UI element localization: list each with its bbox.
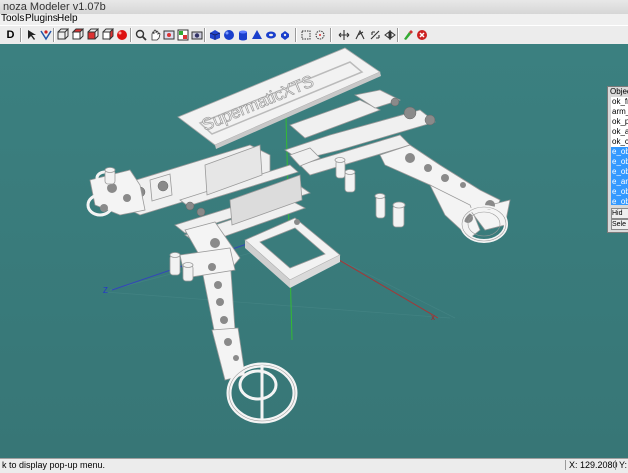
object-list-item[interactable]: ok_p bbox=[611, 117, 628, 127]
rotate-icon[interactable] bbox=[352, 27, 367, 42]
object-list-item[interactable]: ok_a bbox=[611, 127, 628, 137]
title-bar: noza Modeler v1.07b bbox=[0, 0, 628, 15]
status-message: k to display pop-up menu. bbox=[2, 460, 106, 470]
menu-plugins[interactable]: Plugins bbox=[25, 13, 58, 25]
zoom-icon[interactable] bbox=[133, 27, 148, 42]
object-list-item[interactable]: e_ob bbox=[611, 197, 628, 205]
x-coordinate: X: 129.2080 bbox=[565, 460, 618, 470]
menu-bar: Tools Plugins Help bbox=[0, 13, 628, 25]
sphere-primitive-icon[interactable] bbox=[221, 27, 236, 42]
menu-tools[interactable]: Tools bbox=[1, 13, 24, 25]
move-icon[interactable] bbox=[336, 27, 351, 42]
grid-view-icon[interactable] bbox=[175, 27, 190, 42]
scene-canvas[interactable]: Z x SupermaticXTS bbox=[0, 44, 628, 458]
select-icon[interactable] bbox=[38, 27, 53, 42]
torus-primitive-icon[interactable] bbox=[263, 27, 278, 42]
tube-primitive-icon[interactable] bbox=[277, 27, 292, 42]
select-button[interactable]: Sele bbox=[611, 219, 628, 230]
pan-hand-icon[interactable] bbox=[147, 27, 162, 42]
y-coordinate: Y: -4 bbox=[615, 460, 628, 470]
cube-top-icon[interactable] bbox=[70, 27, 85, 42]
mirror-icon[interactable] bbox=[382, 27, 397, 42]
3d-viewport[interactable]: Z x SupermaticXTS bbox=[0, 44, 628, 458]
select-circle-icon[interactable] bbox=[312, 27, 327, 42]
object-list-item[interactable]: e_ob bbox=[611, 167, 628, 177]
window-title: noza Modeler v1.07b bbox=[3, 1, 106, 13]
cylinder-primitive-icon[interactable] bbox=[235, 27, 250, 42]
object-list-item[interactable]: e_ob bbox=[611, 147, 628, 157]
axis-z-label: Z bbox=[103, 286, 108, 295]
object-panel-title: Objec bbox=[610, 87, 628, 96]
fit-view-icon[interactable] bbox=[161, 27, 176, 42]
display-button[interactable]: D bbox=[3, 27, 18, 42]
menu-help[interactable]: Help bbox=[57, 13, 78, 25]
object-list-item[interactable]: ok_c bbox=[611, 137, 628, 147]
paint-icon[interactable] bbox=[400, 27, 415, 42]
object-list-item[interactable]: e_ob bbox=[611, 157, 628, 167]
cube-front-icon[interactable] bbox=[55, 27, 70, 42]
cone-primitive-icon[interactable] bbox=[249, 27, 264, 42]
select-rect-icon[interactable] bbox=[298, 27, 313, 42]
object-list-item[interactable]: arm_ bbox=[611, 107, 628, 117]
cube-persp-icon[interactable] bbox=[100, 27, 115, 42]
object-list[interactable]: ok_fr arm_ ok_p ok_a ok_c e_ob e_ob e_ob… bbox=[611, 97, 628, 205]
cube-side-icon[interactable] bbox=[85, 27, 100, 42]
scale-icon[interactable] bbox=[367, 27, 382, 42]
toolbar: D bbox=[0, 25, 628, 45]
status-bar: k to display pop-up menu. X: 129.2080 Y:… bbox=[0, 458, 628, 473]
object-list-item[interactable]: ok_fr bbox=[611, 97, 628, 107]
hide-button[interactable]: Hid bbox=[611, 208, 628, 219]
delete-icon[interactable] bbox=[414, 27, 429, 42]
render-sphere-icon[interactable] bbox=[114, 27, 129, 42]
camera-icon[interactable] bbox=[189, 27, 204, 42]
arrow-icon[interactable] bbox=[24, 27, 39, 42]
object-list-item[interactable]: e_ob bbox=[611, 187, 628, 197]
object-list-item[interactable]: e_ar bbox=[611, 177, 628, 187]
object-panel: Objec ok_fr arm_ ok_p ok_a ok_c e_ob e_o… bbox=[607, 86, 628, 233]
svg-text:x: x bbox=[431, 313, 435, 322]
box-primitive-icon[interactable] bbox=[207, 27, 222, 42]
